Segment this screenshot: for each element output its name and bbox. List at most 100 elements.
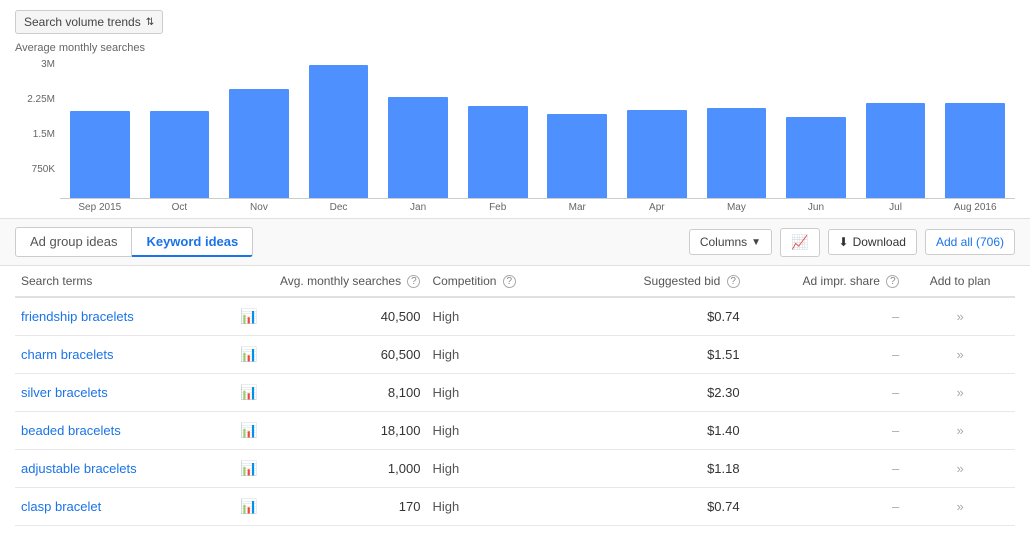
cell-add-plan[interactable]: » xyxy=(905,297,1015,336)
cell-trend[interactable]: 📊 xyxy=(234,297,274,336)
table-section: Search terms Avg. monthly searches ? Com… xyxy=(0,266,1030,526)
trend-icon[interactable]: 📊 xyxy=(240,384,257,400)
cell-avg: 1,000 xyxy=(274,450,427,488)
bar xyxy=(547,114,607,198)
keywords-table: Search terms Avg. monthly searches ? Com… xyxy=(15,266,1015,526)
chart-title-button[interactable]: Search volume trends ⇅ xyxy=(15,10,163,34)
bar-group xyxy=(378,58,458,198)
trend-icon[interactable]: 📊 xyxy=(240,460,257,476)
tab-ad-group-label: Ad group ideas xyxy=(30,234,117,249)
trend-icon[interactable]: 📊 xyxy=(240,422,257,438)
cell-competition: High xyxy=(426,297,566,336)
tab-keyword[interactable]: Keyword ideas xyxy=(132,227,253,257)
cell-search-term[interactable]: silver bracelets xyxy=(15,374,234,412)
x-label: Jun xyxy=(776,199,856,213)
bar-group xyxy=(856,58,936,198)
bar xyxy=(866,103,926,198)
cell-add-plan[interactable]: » xyxy=(905,412,1015,450)
cell-trend[interactable]: 📊 xyxy=(234,336,274,374)
add-all-button[interactable]: Add all (706) xyxy=(925,229,1015,255)
table-row: beaded bracelets 📊 18,100 High $1.40 – » xyxy=(15,412,1015,450)
ad-impr-help-icon: ? xyxy=(886,275,899,288)
th-avg-monthly: Avg. monthly searches ? xyxy=(274,266,427,297)
cell-trend[interactable]: 📊 xyxy=(234,488,274,526)
cell-bid: $2.30 xyxy=(566,374,745,412)
cell-ad-impr: – xyxy=(746,374,906,412)
x-label: Mar xyxy=(537,199,617,213)
chart-view-button[interactable]: 📈 xyxy=(780,228,819,257)
cell-bid: $1.51 xyxy=(566,336,745,374)
cell-ad-impr: – xyxy=(746,412,906,450)
cell-add-plan[interactable]: » xyxy=(905,450,1015,488)
table-header-row: Search terms Avg. monthly searches ? Com… xyxy=(15,266,1015,297)
download-icon: ⬇ xyxy=(839,235,849,249)
avg-help-icon: ? xyxy=(407,275,420,288)
th-search-terms: Search terms xyxy=(15,266,234,297)
cell-search-term[interactable]: charm bracelets xyxy=(15,336,234,374)
cell-add-plan[interactable]: » xyxy=(905,488,1015,526)
cell-bid: $0.74 xyxy=(566,297,745,336)
bar-group xyxy=(219,58,299,198)
cell-bid: $1.40 xyxy=(566,412,745,450)
bar xyxy=(150,111,210,198)
trend-icon[interactable]: 📊 xyxy=(240,346,257,362)
table-row: clasp bracelet 📊 170 High $0.74 – » xyxy=(15,488,1015,526)
x-label: Aug 2016 xyxy=(935,199,1015,213)
columns-arrow-icon: ▼ xyxy=(751,237,761,248)
bar xyxy=(707,108,767,198)
cell-competition: High xyxy=(426,374,566,412)
trend-icon[interactable]: 📊 xyxy=(240,498,257,514)
x-label: Oct xyxy=(140,199,220,213)
x-label: Jan xyxy=(378,199,458,213)
tab-group: Ad group ideas Keyword ideas xyxy=(15,227,253,257)
bar xyxy=(627,110,687,198)
chart-title-label: Search volume trends xyxy=(24,15,141,29)
bar-group xyxy=(458,58,538,198)
cell-competition: High xyxy=(426,450,566,488)
download-button[interactable]: ⬇ Download xyxy=(828,229,917,255)
y-tick-750k: 750K xyxy=(32,164,55,175)
bar xyxy=(786,117,846,198)
table-row: charm bracelets 📊 60,500 High $1.51 – » xyxy=(15,336,1015,374)
bar xyxy=(309,65,369,198)
chart-header: Search volume trends ⇅ xyxy=(15,10,1015,34)
table-row: friendship bracelets 📊 40,500 High $0.74… xyxy=(15,297,1015,336)
cell-search-term[interactable]: clasp bracelet xyxy=(15,488,234,526)
x-label: Sep 2015 xyxy=(60,199,140,213)
add-all-label: Add all (706) xyxy=(936,235,1004,249)
y-axis: 3M 2.25M 1.5M 750K xyxy=(15,59,60,199)
cell-ad-impr: – xyxy=(746,297,906,336)
cell-bid: $0.74 xyxy=(566,488,745,526)
x-label: Dec xyxy=(299,199,379,213)
bar-group xyxy=(140,58,220,198)
y-tick-225m: 2.25M xyxy=(27,94,55,105)
cell-add-plan[interactable]: » xyxy=(905,374,1015,412)
chart-title-arrow-icon: ⇅ xyxy=(146,17,154,28)
y-tick-3m: 3M xyxy=(41,59,55,70)
bar-group xyxy=(935,58,1015,198)
cell-trend[interactable]: 📊 xyxy=(234,450,274,488)
download-label: Download xyxy=(853,235,906,249)
trend-icon[interactable]: 📊 xyxy=(240,308,257,324)
toolbar-buttons: Columns ▼ 📈 ⬇ Download Add all (706) xyxy=(689,228,1015,257)
cell-search-term[interactable]: beaded bracelets xyxy=(15,412,234,450)
toolbar: Ad group ideas Keyword ideas Columns ▼ 📈… xyxy=(0,219,1030,266)
bar xyxy=(468,106,528,198)
cell-competition: High xyxy=(426,488,566,526)
cell-add-plan[interactable]: » xyxy=(905,336,1015,374)
chart-icon: 📈 xyxy=(791,234,808,251)
cell-competition: High xyxy=(426,336,566,374)
tab-ad-group[interactable]: Ad group ideas xyxy=(15,227,132,257)
bar-group xyxy=(60,58,140,198)
cell-trend[interactable]: 📊 xyxy=(234,374,274,412)
bar xyxy=(70,111,130,198)
cell-search-term[interactable]: friendship bracelets xyxy=(15,297,234,336)
cell-search-term[interactable]: adjustable bracelets xyxy=(15,450,234,488)
bars-container xyxy=(60,58,1015,198)
x-label: Feb xyxy=(458,199,538,213)
columns-button[interactable]: Columns ▼ xyxy=(689,229,772,255)
table-row: adjustable bracelets 📊 1,000 High $1.18 … xyxy=(15,450,1015,488)
cell-avg: 18,100 xyxy=(274,412,427,450)
table-head: Search terms Avg. monthly searches ? Com… xyxy=(15,266,1015,297)
cell-trend[interactable]: 📊 xyxy=(234,412,274,450)
